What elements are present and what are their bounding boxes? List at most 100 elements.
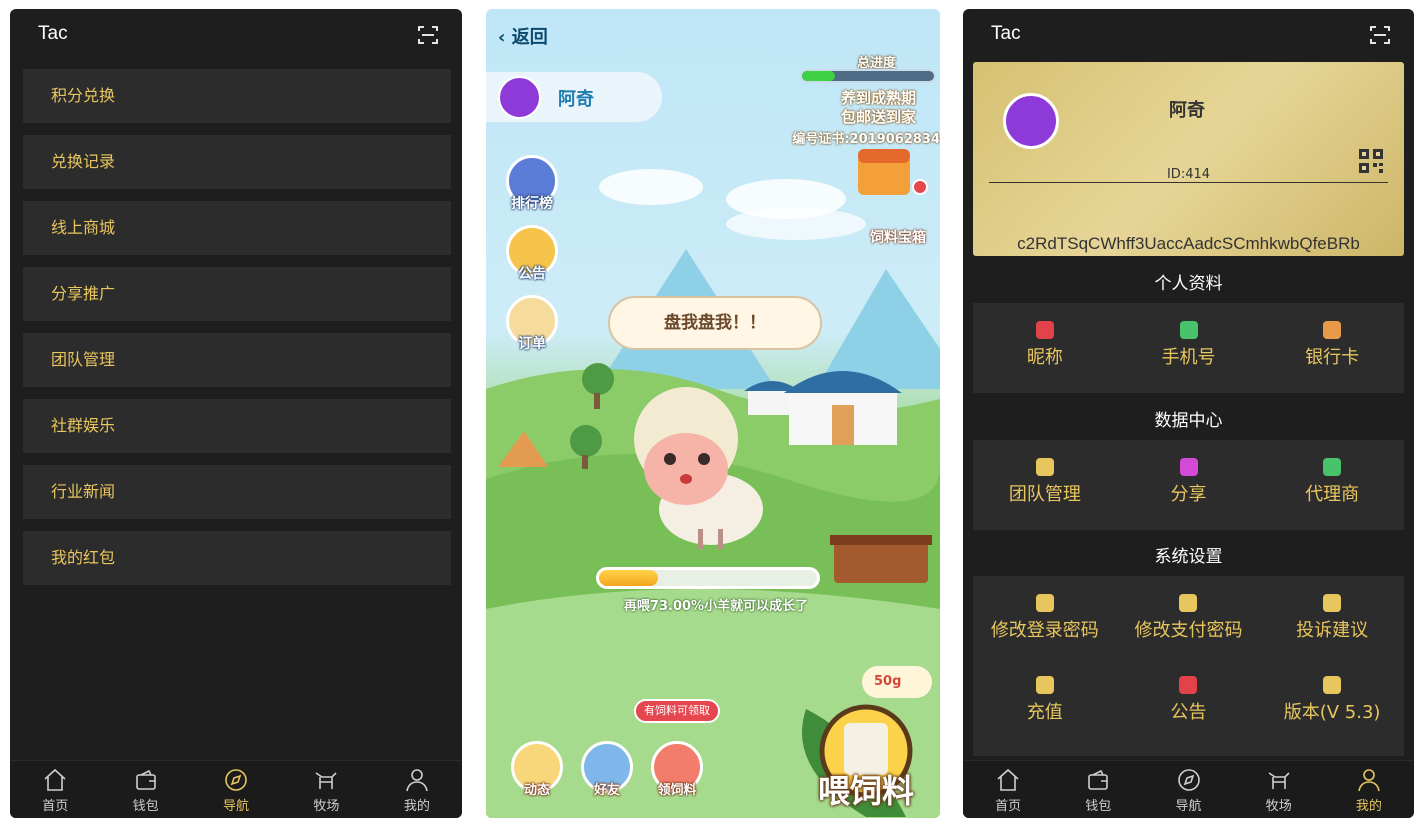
crown-icon xyxy=(1035,458,1054,476)
ranch-icon xyxy=(315,772,337,789)
compass-icon xyxy=(225,769,247,791)
announcement-item[interactable]: 公告 xyxy=(1117,666,1261,756)
chevron-left-icon: ‹ xyxy=(498,27,506,48)
back-label: 返回 xyxy=(511,27,548,48)
tab-mine[interactable]: 我的 xyxy=(1324,761,1414,818)
bank-card-label: 银行卡 xyxy=(1305,347,1360,368)
tab-home[interactable]: 首页 xyxy=(10,761,100,818)
tab-label: 导航 xyxy=(223,799,250,814)
scan-icon[interactable] xyxy=(418,25,438,45)
user-name: 阿奇 xyxy=(1169,100,1205,121)
team-management-item[interactable]: 团队管理 xyxy=(973,440,1117,530)
shield-icon xyxy=(1035,594,1054,612)
pay-password-label: 修改支付密码 xyxy=(1134,620,1243,641)
scan-icon[interactable] xyxy=(1370,25,1390,45)
share-item[interactable]: 分享 xyxy=(1117,440,1261,530)
app-title: Tac xyxy=(991,23,1021,44)
recharge-icon xyxy=(1035,676,1054,694)
tab-label: 我的 xyxy=(1355,799,1382,814)
back-button[interactable]: ‹ 返回 xyxy=(498,23,548,49)
agent-label: 代理商 xyxy=(1305,484,1360,505)
card-divider xyxy=(989,182,1388,183)
user-icon xyxy=(406,769,428,792)
get-feed-button[interactable]: 领饲料 xyxy=(650,741,704,812)
data-panel: 团队管理 分享 代理商 xyxy=(973,440,1404,530)
change-login-password-item[interactable]: 修改登录密码 xyxy=(973,576,1117,666)
growth-progress-bar xyxy=(596,567,820,589)
announcement-button[interactable]: 公告 xyxy=(504,225,560,297)
agent-item[interactable]: 代理商 xyxy=(1260,440,1404,530)
ranch-icon xyxy=(1268,772,1290,789)
feed-chest-label[interactable]: 饲料宝箱 xyxy=(870,227,926,247)
agent-icon xyxy=(1323,458,1342,476)
tab-wallet[interactable]: 钱包 xyxy=(100,761,190,818)
share-label: 分享 xyxy=(1170,484,1207,505)
friends-button[interactable]: 好友 xyxy=(580,741,634,812)
tab-navigation[interactable]: 导航 xyxy=(1143,761,1233,818)
phone-item[interactable]: 手机号 xyxy=(1117,303,1261,393)
tab-home[interactable]: 首页 xyxy=(963,761,1053,818)
section-title-data: 数据中心 xyxy=(1154,411,1223,431)
leaderboard-button[interactable]: 排行榜 xyxy=(504,155,560,227)
section-title-settings: 系统设置 xyxy=(1154,547,1223,567)
feedback-label: 投诉建议 xyxy=(1296,620,1369,641)
feed-button[interactable]: 喂饲料 xyxy=(818,766,914,812)
user-code: c2RdTSqCWhff3UaccAadcSCmhkwbQfeBRb xyxy=(1017,234,1360,253)
phone-icon xyxy=(1179,321,1198,339)
menu-item-industry-news[interactable]: 行业新闻 xyxy=(23,465,451,519)
phone-label: 手机号 xyxy=(1161,347,1216,368)
feed-amount: 50g xyxy=(862,666,932,698)
tab-label: 首页 xyxy=(42,799,69,814)
feedback-item[interactable]: 投诉建议 xyxy=(1260,576,1404,666)
tab-mine[interactable]: 我的 xyxy=(372,761,462,818)
leaderboard-label: 排行榜 xyxy=(511,196,553,212)
speech-bubble: 盘我盘我！！ xyxy=(608,296,822,350)
wallet-icon xyxy=(1088,769,1109,790)
menu-item-points-exchange[interactable]: 积分兑换 xyxy=(23,69,451,123)
edit-icon xyxy=(1323,594,1342,612)
tab-label: 导航 xyxy=(1175,799,1202,814)
orders-label: 订单 xyxy=(518,336,546,352)
tab-label: 钱包 xyxy=(132,799,159,814)
user-icon xyxy=(1358,769,1380,792)
announcement-label: 公告 xyxy=(1170,702,1207,723)
top-bar: Tac xyxy=(963,9,1414,61)
recharge-item[interactable]: 充值 xyxy=(973,666,1117,756)
tab-label: 我的 xyxy=(403,799,430,814)
tab-label: 首页 xyxy=(995,799,1022,814)
speaker-icon xyxy=(1179,676,1198,694)
growth-fill xyxy=(599,570,658,586)
tab-wallet[interactable]: 钱包 xyxy=(1053,761,1143,818)
menu-item-share-promotion[interactable]: 分享推广 xyxy=(23,267,451,321)
tab-ranch[interactable]: 牧场 xyxy=(1234,761,1324,818)
qr-code-icon[interactable] xyxy=(1358,148,1384,174)
menu-item-online-mall[interactable]: 线上商城 xyxy=(23,201,451,255)
avatar xyxy=(498,76,541,119)
home-icon xyxy=(44,768,66,791)
navigation-screen: Tac 积分兑换 兑换记录 线上商城 分享推广 团队管理 社群娱乐 行业新闻 我… xyxy=(10,9,462,818)
bank-card-item[interactable]: 银行卡 xyxy=(1260,303,1404,393)
tab-label: 牧场 xyxy=(1265,799,1292,814)
user-id: ID:414 xyxy=(1166,167,1211,182)
banner-line-1: 养到成熟期 xyxy=(840,89,916,107)
tab-navigation[interactable]: 导航 xyxy=(191,761,281,818)
moments-button[interactable]: 动态 xyxy=(510,741,564,812)
nickname-item[interactable]: 昵称 xyxy=(973,303,1117,393)
profile-screen: Tac 阿奇 ID:414 c2RdTSqCWhff3UaccAadcSCmhk… xyxy=(963,9,1414,818)
lock-icon xyxy=(1179,594,1198,612)
member-card: 阿奇 ID:414 c2RdTSqCWhff3UaccAadcSCmhkwbQf… xyxy=(973,62,1404,256)
tab-ranch[interactable]: 牧场 xyxy=(281,761,371,818)
nickname-label: 昵称 xyxy=(1026,347,1063,368)
orders-button[interactable]: 订单 xyxy=(504,295,560,367)
menu-item-exchange-record[interactable]: 兑换记录 xyxy=(23,135,451,189)
version-item[interactable]: 版本(V 5.3) xyxy=(1260,666,1404,756)
top-bar: Tac xyxy=(10,9,462,61)
moments-label: 动态 xyxy=(523,783,550,798)
menu-item-team-management[interactable]: 团队管理 xyxy=(23,333,451,387)
menu-item-red-packet[interactable]: 我的红包 xyxy=(23,531,451,585)
change-pay-password-item[interactable]: 修改支付密码 xyxy=(1117,576,1261,666)
tab-label: 钱包 xyxy=(1085,799,1112,814)
certificate-number: 编号证书:2019062834 xyxy=(792,132,940,147)
compass-icon xyxy=(1177,769,1200,791)
menu-item-community[interactable]: 社群娱乐 xyxy=(23,399,451,453)
